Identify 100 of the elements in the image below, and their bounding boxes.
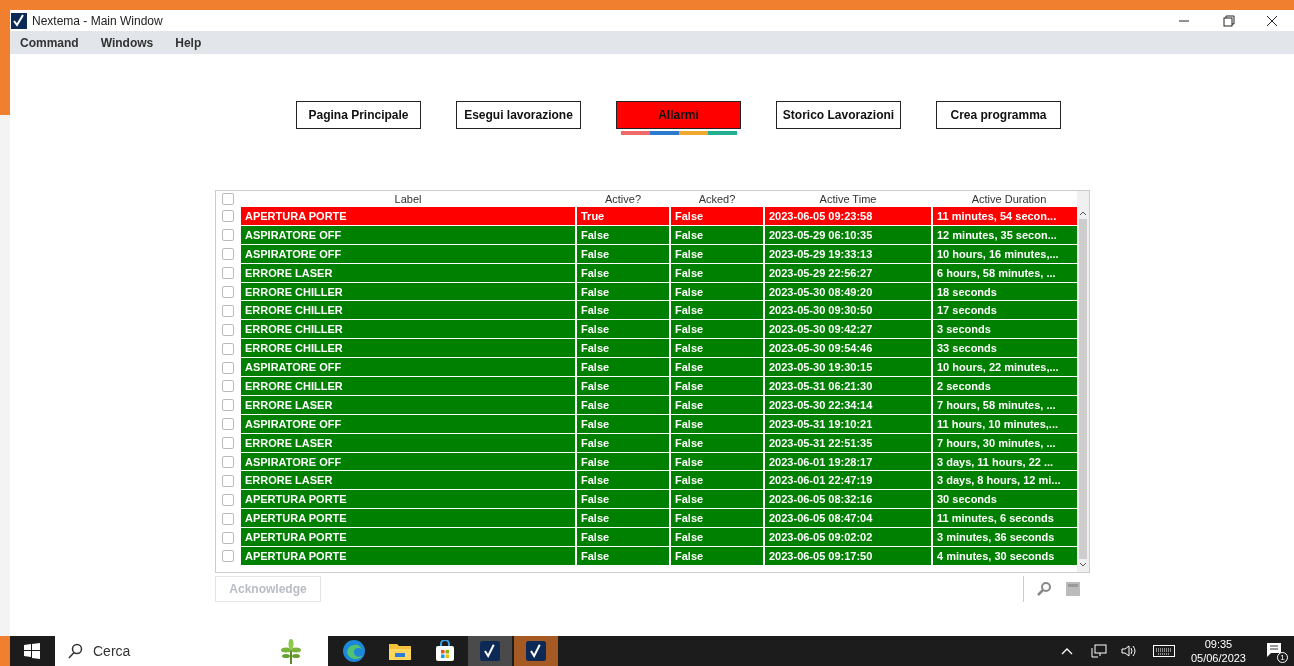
table-cell: False — [671, 358, 763, 376]
table-cell: 2023-06-05 08:47:04 — [765, 509, 931, 528]
column-header[interactable]: Label — [241, 191, 575, 207]
clock-time[interactable]: 09:35 — [1204, 637, 1233, 651]
scrollbar[interactable] — [1077, 191, 1089, 572]
table-cell: False — [671, 395, 763, 414]
table-cell: ERRORE CHILLER — [241, 339, 575, 358]
table-cell: 10 hours, 22 minutes,... — [933, 358, 1077, 376]
nav-tab[interactable]: Allarmi — [616, 101, 741, 129]
checkmark-app-icon — [480, 641, 500, 661]
nav-tab[interactable]: Crea programma — [936, 101, 1061, 129]
column-header[interactable]: Active? — [577, 191, 669, 207]
table-cell: 2023-05-29 06:10:35 — [765, 225, 931, 244]
table-cell: False — [671, 244, 763, 263]
search-icon — [67, 643, 83, 659]
table-cell: False — [577, 471, 669, 490]
table-cell: 2023-05-30 19:30:15 — [765, 358, 931, 376]
checkbox[interactable] — [221, 512, 234, 525]
checkbox[interactable] — [221, 229, 234, 242]
scroll-up-icon[interactable] — [1079, 210, 1087, 216]
search-icon[interactable] — [1036, 581, 1052, 597]
checkbox[interactable] — [221, 418, 234, 431]
scroll-thumb[interactable] — [1079, 219, 1087, 559]
speaker-icon[interactable] — [1120, 644, 1137, 658]
table-cell: False — [671, 471, 763, 490]
table-cell: False — [671, 547, 763, 565]
column-header[interactable]: Active Duration — [933, 191, 1077, 207]
chevron-up-icon[interactable] — [1060, 647, 1073, 655]
menu-item[interactable]: Windows — [100, 33, 154, 52]
checkbox[interactable] — [221, 193, 234, 205]
search-field[interactable]: Cerca — [55, 636, 328, 666]
table-cell: 2023-05-30 22:34:14 — [765, 395, 931, 414]
store-bag-icon[interactable] — [434, 640, 456, 662]
checkbox[interactable] — [221, 437, 234, 450]
table-cell: ERRORE CHILLER — [241, 377, 575, 395]
clock-date[interactable]: 05/06/2023 — [1190, 651, 1246, 665]
table-cell: False — [577, 509, 669, 528]
notification-icon[interactable] — [1266, 642, 1282, 658]
table-cell: False — [577, 244, 669, 263]
windows-start-icon[interactable] — [24, 643, 40, 659]
nav-tab[interactable]: Pagina Principale — [296, 101, 421, 129]
table-cell: 3 days, 11 hours, 22 ... — [933, 452, 1077, 471]
column-header[interactable]: Acked? — [671, 191, 763, 207]
table-cell: False — [671, 528, 763, 547]
table-cell: False — [671, 452, 763, 471]
menu-item[interactable]: Command — [20, 33, 79, 52]
folder-icon[interactable] — [388, 641, 412, 661]
checkbox[interactable] — [221, 531, 234, 544]
table-cell: 11 minutes, 6 seconds — [933, 509, 1077, 528]
panel-icon[interactable] — [1066, 582, 1080, 596]
table-cell: 2023-06-05 09:02:02 — [765, 528, 931, 547]
table-cell: ERRORE CHILLER — [241, 282, 575, 301]
nav-tab[interactable]: Storico Lavorazioni — [776, 101, 901, 129]
taskbar-app-button[interactable] — [514, 636, 558, 666]
table-cell: False — [577, 282, 669, 301]
network-icon[interactable] — [1090, 644, 1107, 658]
table-cell: 2023-06-01 22:47:19 — [765, 471, 931, 490]
table-cell: 10 hours, 16 minutes,... — [933, 244, 1077, 263]
checkbox[interactable] — [221, 493, 234, 506]
table-cell: 3 days, 8 hours, 12 mi... — [933, 471, 1077, 490]
table-cell: False — [671, 414, 763, 433]
table-cell: False — [577, 263, 669, 282]
checkbox[interactable] — [221, 474, 234, 487]
checkbox[interactable] — [221, 323, 234, 336]
column-header[interactable]: Active Time — [765, 191, 931, 207]
table-cell: 2023-05-30 09:54:46 — [765, 339, 931, 358]
table-cell: False — [671, 320, 763, 339]
table-cell: False — [671, 301, 763, 320]
checkbox[interactable] — [221, 550, 234, 563]
notification-count: 1 — [1277, 652, 1288, 663]
table-cell: 18 seconds — [933, 282, 1077, 301]
checkbox[interactable] — [221, 456, 234, 468]
checkbox[interactable] — [221, 286, 234, 298]
checkbox[interactable] — [221, 361, 234, 374]
checkbox[interactable] — [221, 304, 234, 317]
table-cell: ASPIRATORE OFF — [241, 452, 575, 471]
checkbox[interactable] — [221, 399, 234, 412]
table-cell: ASPIRATORE OFF — [241, 414, 575, 433]
menu-item[interactable]: Help — [175, 33, 202, 52]
checkmark-app-icon — [526, 641, 546, 661]
table-cell: ASPIRATORE OFF — [241, 244, 575, 263]
table-cell: APERTURA PORTE — [241, 547, 575, 565]
table-cell: ERRORE LASER — [241, 395, 575, 414]
table-cell: 2 seconds — [933, 377, 1077, 395]
checkbox[interactable] — [221, 267, 234, 280]
checkbox[interactable] — [221, 210, 234, 223]
checkbox[interactable] — [221, 342, 234, 355]
table-cell: 2023-05-31 06:21:30 — [765, 377, 931, 395]
table-cell: False — [671, 433, 763, 452]
taskbar-app-button[interactable] — [468, 636, 512, 666]
checkbox[interactable] — [221, 248, 234, 261]
table-cell: True — [577, 207, 669, 225]
checkbox[interactable] — [221, 380, 234, 393]
keyboard-icon[interactable] — [1152, 645, 1175, 657]
table-cell: 2023-06-01 19:28:17 — [765, 452, 931, 471]
nav-tab[interactable]: Esegui lavorazione — [456, 101, 581, 129]
scroll-down-icon[interactable] — [1079, 562, 1087, 568]
table-cell: False — [577, 301, 669, 320]
edge-browser-icon[interactable] — [342, 639, 366, 663]
table-cell: APERTURA PORTE — [241, 490, 575, 509]
